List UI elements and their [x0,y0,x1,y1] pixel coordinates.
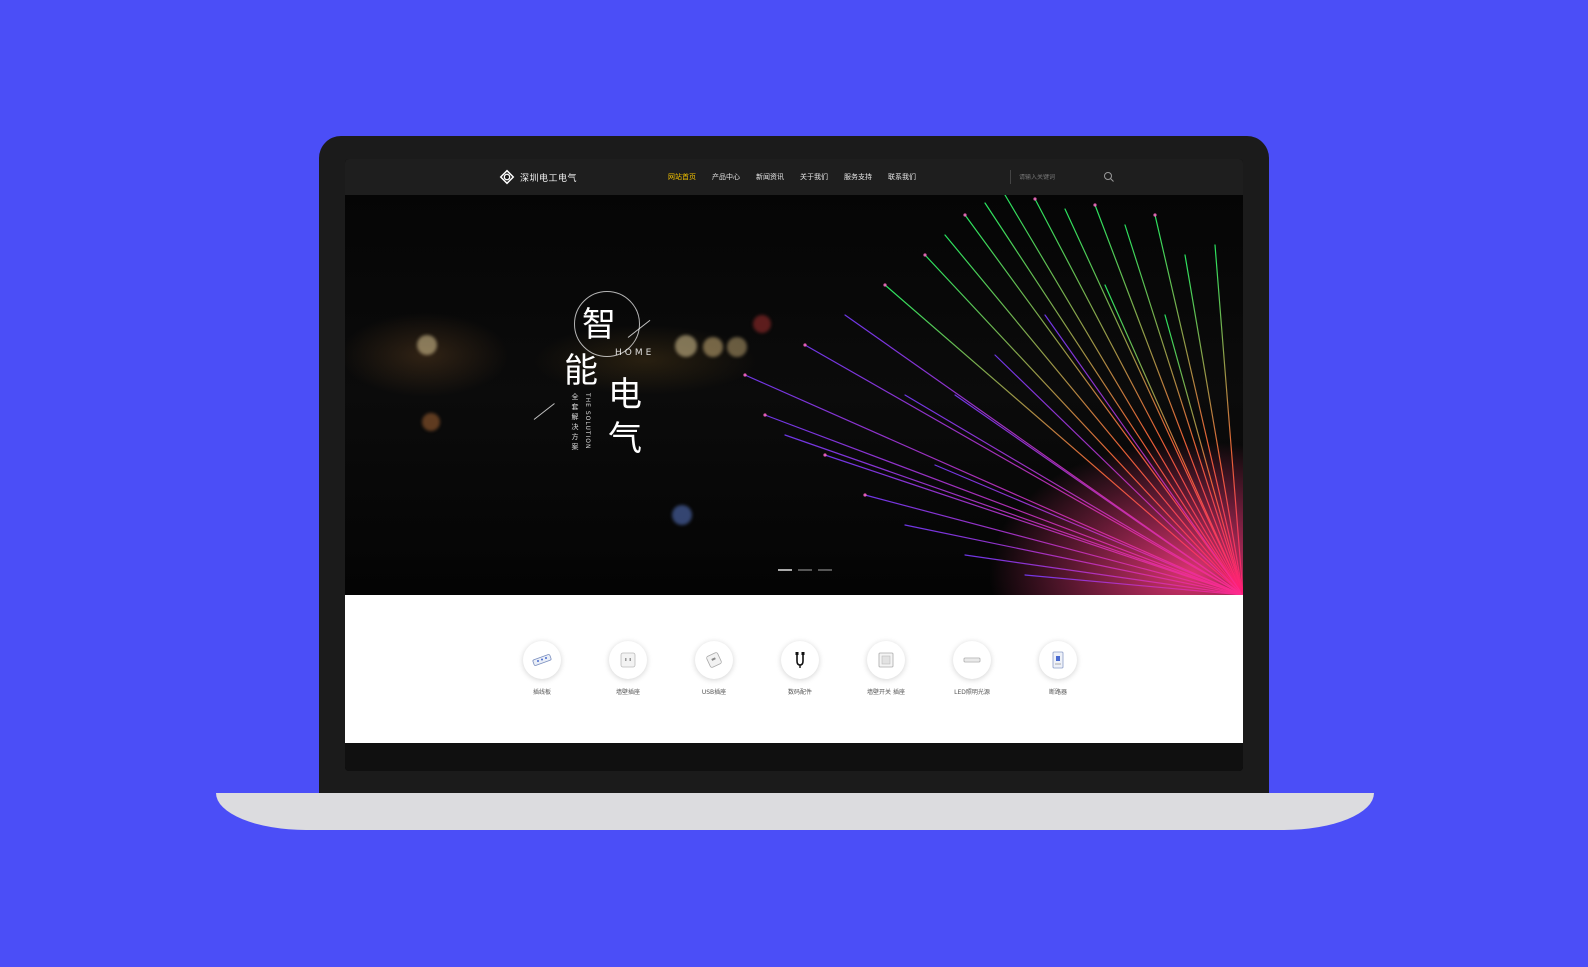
slogan-char-zhi: 智 [582,305,616,345]
carousel-dot-2[interactable] [798,569,812,571]
category-usb-socket[interactable]: USB插座 [679,641,749,696]
nav-home[interactable]: 网站首页 [668,172,696,182]
logo-text: 深圳电工电气 [520,173,578,184]
circuit-breaker-icon [1052,651,1064,669]
slogan-char-neng: 能 [564,351,598,391]
nav-about[interactable]: 关于我们 [800,172,828,182]
search-icon[interactable] [1103,171,1115,183]
fiber-optic-image [743,195,1243,595]
slogan-en-vertical: THE SOLUTION [584,393,591,450]
carousel-dot-3[interactable] [818,569,832,571]
category-led-light[interactable]: LED照明光源 [937,641,1007,696]
laptop-screen: 深圳电工电气 网站首页 产品中心 新闻资讯 关于我们 服务支持 联系我们 请输入… [345,159,1243,771]
slogan-cn-vertical: 全套解决方案 [571,393,579,453]
hero-banner: 智 能 电 气 HOME THE SOLUTION 全套解决方案 [345,195,1243,595]
category-icon-circle [781,641,819,679]
wall-switch-icon [878,652,894,668]
nav-products[interactable]: 产品中心 [712,172,740,182]
main-menu: 网站首页 产品中心 新闻资讯 关于我们 服务支持 联系我们 [668,172,916,182]
category-label: 数码配件 [787,689,812,696]
category-circuit-breaker[interactable]: 断路器 [1023,641,1093,696]
category-wall-switch[interactable]: 墙壁开关 插座 [851,641,921,696]
digital-accessory-icon [795,652,805,668]
category-icon-circle [695,641,733,679]
laptop-base [216,793,1374,830]
category-icon-circle [523,641,561,679]
top-navigation: 深圳电工电气 网站首页 产品中心 新闻资讯 关于我们 服务支持 联系我们 [345,159,1243,195]
nav-service[interactable]: 服务支持 [844,172,872,182]
category-digital-accessory[interactable]: 数码配件 [765,641,835,696]
category-label: 墙壁插座 [615,689,640,696]
category-label: 墙壁开关 插座 [867,689,905,696]
category-icon-circle [1039,641,1077,679]
category-power-strip[interactable]: 插线板 [507,641,577,696]
hero-slogan: 智 能 电 气 HOME THE SOLUTION 全套解决方案 [533,285,670,485]
carousel-dots [778,569,832,571]
category-label: LED照明光源 [954,689,990,696]
category-icon-circle [867,641,905,679]
logo-mark-icon [499,169,515,185]
usb-socket-icon [706,652,722,668]
slogan-home-label: HOME [615,348,655,358]
category-icon-circle [609,641,647,679]
category-label: 插线板 [532,689,551,696]
slogan-char-dian: 电 [608,375,642,415]
slogan-char-qi: 气 [608,419,642,459]
category-wall-socket[interactable]: 墙壁插座 [593,641,663,696]
search-box [1010,170,1121,184]
led-light-icon [963,657,981,663]
category-label: 断路器 [1048,689,1067,696]
carousel-dot-1[interactable] [778,569,792,571]
nav-news[interactable]: 新闻资讯 [756,172,784,182]
category-icon-circle [953,641,991,679]
product-categories: 插线板 墙壁插座 USB插座 数码配件 墙壁开关 插座 LED照明光源 断路器 [345,595,1243,743]
nav-contact[interactable]: 联系我们 [888,172,916,182]
category-label: USB插座 [701,689,727,696]
search-input[interactable] [1019,173,1099,181]
next-section-strip [345,743,1243,771]
wall-socket-icon [620,652,636,668]
power-strip-icon [532,654,552,666]
site-logo[interactable]: 深圳电工电气 [498,168,577,186]
